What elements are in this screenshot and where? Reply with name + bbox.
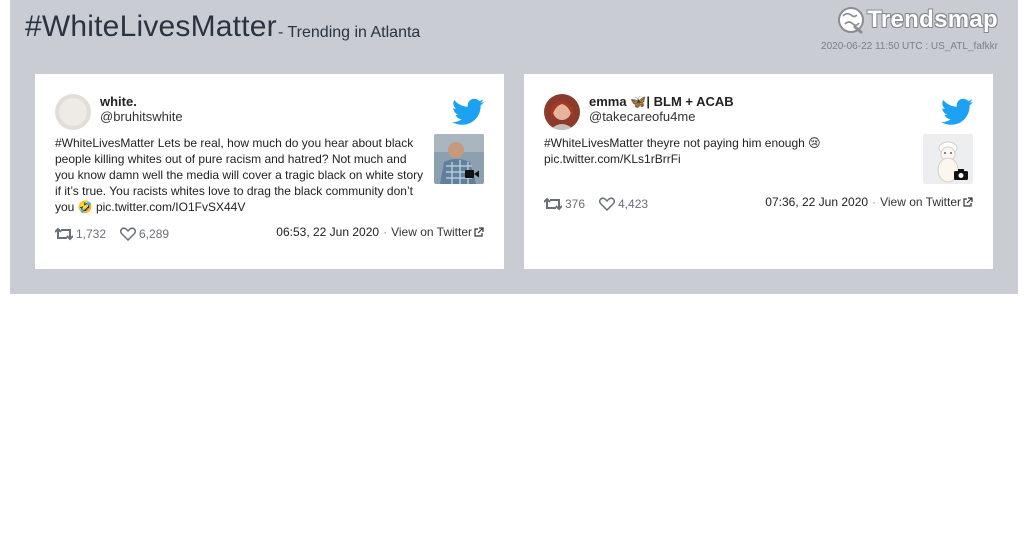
trendsmap-logo[interactable]: Trendsmap — [837, 6, 998, 34]
avatar[interactable] — [55, 94, 91, 130]
brand-name: Trendsmap — [867, 6, 998, 33]
tweet-author-handle[interactable]: @takecareofu4me — [589, 109, 695, 124]
retweet-icon — [55, 227, 73, 241]
separator-dot: · — [872, 195, 877, 209]
view-on-twitter-link[interactable]: View on Twitter — [391, 225, 484, 239]
tweet-card: emma 🦋| BLM + ACAB @takecareofu4me #Whit… — [524, 74, 993, 269]
tweet-timestamp[interactable]: 06:53, 22 Jun 2020 — [276, 225, 379, 239]
retweet-count[interactable]: 1,732 — [55, 227, 106, 241]
heart-icon — [599, 197, 616, 211]
twitter-bird-icon[interactable] — [941, 98, 973, 126]
twitter-bird-icon[interactable] — [452, 98, 484, 126]
camera-icon — [952, 167, 970, 181]
tweet-footer: 06:53, 22 Jun 2020 · View on Twitter — [276, 225, 484, 239]
tweet-author-name[interactable]: white. — [100, 94, 137, 109]
tweet-author-handle[interactable]: @bruhitswhite — [100, 109, 183, 124]
trending-location: - Trending in Atlanta — [278, 24, 421, 41]
snapshot-meta: 2020-06-22 11:50 UTC : US_ATL_fafkkr — [821, 41, 998, 52]
globe-icon — [838, 7, 865, 34]
retweet-count[interactable]: 376 — [544, 197, 585, 211]
heart-icon — [120, 227, 137, 241]
like-count[interactable]: 4,423 — [599, 197, 648, 211]
tweet-author-name[interactable]: emma 🦋| BLM + ACAB — [589, 94, 734, 110]
external-link-icon — [474, 227, 484, 237]
tweet-media-thumbnail[interactable] — [923, 134, 973, 184]
separator-dot: · — [383, 225, 388, 239]
view-on-twitter-label: View on Twitter — [880, 195, 961, 209]
view-on-twitter-link[interactable]: View on Twitter — [880, 195, 973, 209]
retweet-count-value: 1,732 — [76, 227, 107, 241]
tweet-text: #WhiteLivesMatter Lets be real, how much… — [55, 136, 424, 214]
header-panel: #WhiteLivesMatter - Trending in Atlanta … — [10, 0, 1018, 294]
page-title: #WhiteLivesMatter — [25, 10, 277, 43]
retweet-count-value: 376 — [565, 197, 586, 211]
avatar[interactable] — [544, 94, 580, 130]
tweet-footer: 07:36, 22 Jun 2020 · View on Twitter — [765, 195, 973, 209]
video-camera-icon — [463, 167, 481, 181]
tweet-card: white. @bruhitswhite #WhiteLivesMatter L… — [35, 74, 504, 269]
retweet-icon — [544, 197, 562, 211]
tweet-stats: 1,732 6,289 — [55, 227, 183, 241]
tweet-media-thumbnail[interactable] — [434, 134, 484, 184]
tweet-stats: 376 4,423 — [544, 197, 662, 211]
like-count-value: 6,289 — [139, 227, 170, 241]
tweet-text: #WhiteLivesMatter theyre not paying him … — [544, 136, 821, 166]
tweet-timestamp[interactable]: 07:36, 22 Jun 2020 — [765, 195, 868, 209]
external-link-icon — [963, 197, 973, 207]
like-count-value: 4,423 — [618, 197, 649, 211]
like-count[interactable]: 6,289 — [120, 227, 169, 241]
view-on-twitter-label: View on Twitter — [391, 225, 472, 239]
